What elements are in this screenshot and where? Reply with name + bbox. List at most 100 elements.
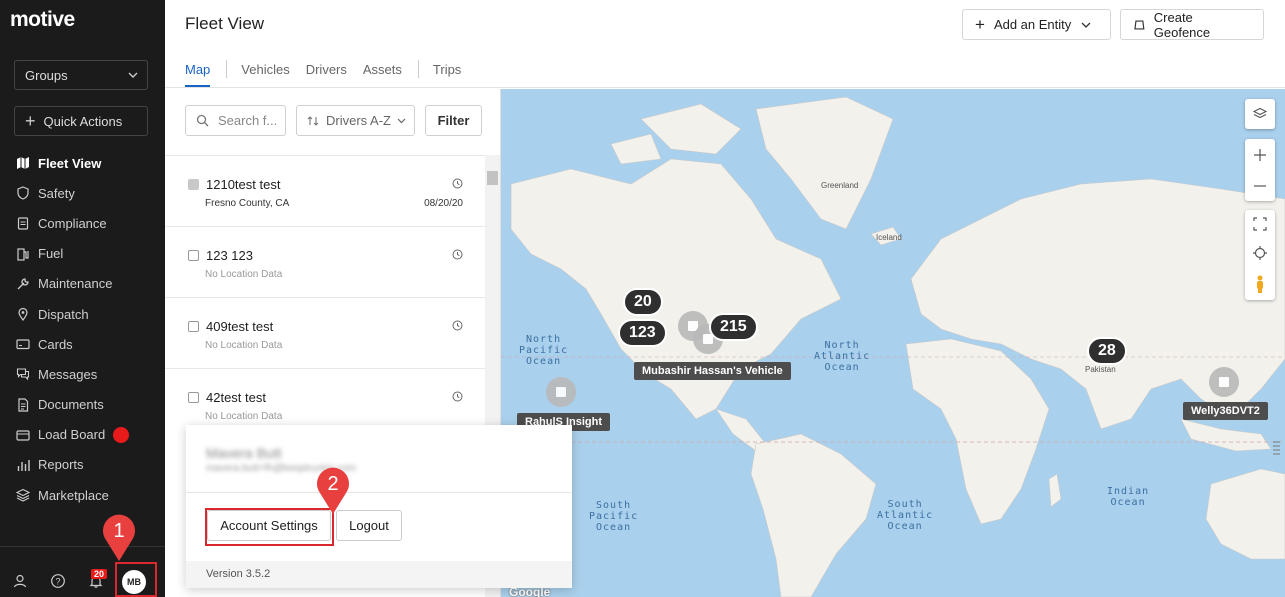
card-icon <box>16 339 30 350</box>
add-entity-button[interactable]: + Add an Entity <box>962 9 1111 40</box>
sidebar-item-messages[interactable]: Messages <box>0 359 165 389</box>
sidebar-item-maintenance[interactable]: Maintenance <box>0 269 165 299</box>
layers-button[interactable] <box>1245 99 1275 129</box>
list-item[interactable]: 123 123 No Location Data <box>165 226 485 297</box>
vehicle-cluster[interactable]: 28 <box>1087 337 1127 365</box>
sidebar-item-fleet-view[interactable]: Fleet View <box>0 148 165 178</box>
map-label-south-pacific: South Pacific Ocean <box>589 500 639 533</box>
driver-location: No Location Data <box>205 269 283 280</box>
sort-dropdown[interactable]: Drivers A-Z <box>296 105 415 136</box>
layers-icon <box>16 489 30 502</box>
sidebar-item-dispatch[interactable]: Dispatch <box>0 299 165 329</box>
clock-icon <box>452 320 463 331</box>
create-geofence-label: Create Geofence <box>1153 9 1211 40</box>
search-icon <box>196 114 209 127</box>
chevron-down-icon <box>397 118 406 124</box>
tab-divider <box>417 60 419 78</box>
vehicle-cluster[interactable]: 215 <box>709 313 758 341</box>
vehicle-label[interactable]: Mubashir Hassan's Vehicle <box>634 362 791 380</box>
version-footer: Version 3.5.2 <box>186 561 572 588</box>
map-label-south-atlantic: South Atlantic Ocean <box>877 499 934 532</box>
popup-divider <box>186 492 572 493</box>
plus-icon: + <box>25 110 36 131</box>
quick-actions-button[interactable]: + Quick Actions <box>14 106 148 136</box>
map-label-iceland: Iceland <box>876 233 902 242</box>
view-tabs: Map Vehicles Drivers Assets Trips <box>185 60 477 87</box>
account-popup: Mavera Butt mavera.butt+fh@keeptruckin.c… <box>186 425 572 588</box>
sidebar-item-compliance[interactable]: Compliance <box>0 208 165 238</box>
zoom-out-icon[interactable] <box>1253 179 1267 193</box>
fuel-pump-icon <box>17 248 29 261</box>
fleet-map[interactable]: Greenland Iceland Pakistan North Pacific… <box>501 89 1285 597</box>
chevron-down-icon <box>128 72 138 78</box>
sidebar-item-documents[interactable]: Documents <box>0 390 165 420</box>
user-name: Mavera Butt <box>206 445 282 461</box>
driver-location: No Location Data <box>205 411 283 422</box>
clock-icon <box>452 391 463 402</box>
map-scale-icon <box>1272 441 1281 457</box>
sidebar-item-marketplace[interactable]: Marketplace <box>0 480 165 510</box>
shield-icon <box>17 186 29 200</box>
page-header: Fleet View + Add an Entity Create Geofen… <box>165 0 1285 88</box>
tab-assets[interactable]: Assets <box>363 62 402 87</box>
driver-location: Fresno County, CA <box>205 198 290 209</box>
row-checkbox[interactable] <box>188 250 199 261</box>
driver-date: 08/20/20 <box>424 198 463 209</box>
fullscreen-icon[interactable] <box>1253 217 1267 231</box>
search-input[interactable]: Search f... <box>185 105 286 136</box>
layers-icon <box>1253 107 1267 119</box>
row-checkbox[interactable] <box>188 392 199 403</box>
callout-marker-1: 1 <box>103 514 135 561</box>
scrollbar-thumb[interactable] <box>487 171 498 185</box>
sidebar-item-fuel[interactable]: Fuel <box>0 239 165 269</box>
groups-dropdown[interactable]: Groups <box>14 60 148 90</box>
list-item[interactable]: 1210test test Fresno County, CA 08/20/20 <box>165 155 485 226</box>
crosshair-icon[interactable] <box>1253 245 1267 260</box>
driver-list: 1210test test Fresno County, CA 08/20/20… <box>165 155 485 439</box>
driver-location: No Location Data <box>205 340 283 351</box>
map-tools <box>1245 210 1275 300</box>
row-checkbox[interactable] <box>188 321 199 332</box>
vehicle-label[interactable]: Welly36DVT2 <box>1183 402 1268 420</box>
create-geofence-button[interactable]: Create Geofence <box>1120 9 1264 40</box>
sidebar-item-reports[interactable]: Reports <box>0 450 165 480</box>
tab-map[interactable]: Map <box>185 62 211 87</box>
vehicle-cluster[interactable]: 123 <box>618 319 667 347</box>
user-profile-icon[interactable] <box>12 573 28 589</box>
help-icon[interactable]: ? <box>50 573 66 589</box>
vehicle-cluster[interactable]: 20 <box>623 288 663 316</box>
notification-badge: 20 <box>91 569 108 579</box>
sidebar-item-label: Messages <box>38 366 98 382</box>
quick-actions-label: Quick Actions <box>43 113 123 129</box>
svg-text:?: ? <box>55 577 60 587</box>
map-label-greenland: Greenland <box>821 181 859 190</box>
tab-vehicles[interactable]: Vehicles <box>241 62 289 87</box>
tab-drivers[interactable]: Drivers <box>306 62 347 87</box>
tab-trips[interactable]: Trips <box>433 62 461 87</box>
load-board-alert-dot <box>113 426 130 443</box>
sidebar-item-label: Safety <box>38 185 75 201</box>
page-title: Fleet View <box>185 14 265 33</box>
sidebar-item-load-board[interactable]: Load Board <box>0 420 165 450</box>
vehicle-marker-square <box>1219 377 1229 387</box>
row-checkbox[interactable] <box>188 179 199 190</box>
clipboard-icon <box>17 217 29 231</box>
callout-number: 1 <box>113 520 124 542</box>
list-item[interactable]: 409test test No Location Data <box>165 297 485 368</box>
sort-label: Drivers A-Z <box>326 113 391 128</box>
add-entity-label: Add an Entity <box>993 17 1072 32</box>
sidebar-item-cards[interactable]: Cards <box>0 329 165 359</box>
sidebar-item-label: Compliance <box>38 215 107 231</box>
zoom-in-icon[interactable] <box>1253 148 1267 162</box>
sidebar-item-label: Marketplace <box>38 487 109 503</box>
sidebar-item-safety[interactable]: Safety <box>0 178 165 208</box>
vehicle-marker[interactable] <box>1209 367 1239 397</box>
sidebar: motive Groups + Quick Actions Fleet View… <box>0 0 165 597</box>
filter-button[interactable]: Filter <box>425 105 482 136</box>
sidebar-item-label: Load Board <box>38 427 106 443</box>
driver-name: 409test test <box>206 319 274 334</box>
street-view-pegman-icon[interactable] <box>1253 275 1267 293</box>
truck-icon <box>16 430 30 441</box>
motive-logo[interactable]: motive <box>10 8 75 32</box>
vehicle-marker[interactable] <box>546 377 576 407</box>
